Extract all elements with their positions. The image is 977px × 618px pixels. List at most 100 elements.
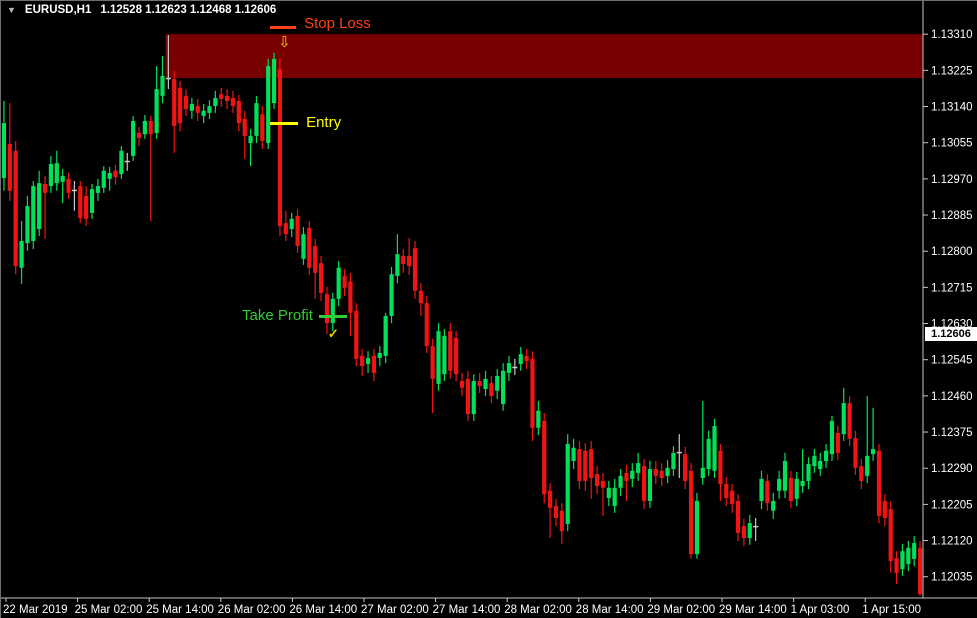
take-profit-marker-line	[319, 315, 347, 318]
candle-body	[607, 488, 611, 498]
time-axis-label: 29 Mar 02:00	[647, 604, 715, 616]
candle-body	[272, 59, 276, 103]
time-axis-label: 25 Mar 02:00	[75, 604, 143, 616]
doji-dash	[677, 452, 682, 453]
candlestick-chart[interactable]: 1.133101.132251.131401.130551.129701.128…	[1, 1, 977, 618]
chart-header: ▼ EURUSD,H1 1.12528 1.12623 1.12468 1.12…	[7, 4, 276, 16]
candle-body	[789, 478, 793, 501]
chevron-down-icon[interactable]: ▼	[7, 5, 16, 15]
candle-body	[395, 254, 399, 276]
candle-body	[307, 228, 311, 268]
candle-body	[207, 106, 211, 113]
candle-body	[295, 216, 299, 246]
candle-body	[84, 196, 88, 219]
symbol-period-label: EURUSD,H1	[25, 4, 91, 16]
take-profit-label: Take Profit	[242, 307, 313, 324]
candle-body	[836, 433, 840, 453]
candle-body	[190, 104, 194, 111]
candle-body	[671, 453, 675, 469]
ohlc-quote-label: 1.12528 1.12623 1.12468 1.12606	[100, 4, 276, 16]
candle-body	[630, 471, 634, 479]
candle-body	[906, 548, 910, 564]
candle-body	[237, 101, 241, 123]
candle-body	[489, 383, 493, 396]
candle-body	[248, 136, 252, 143]
price-axis-label: 1.12970	[931, 174, 973, 186]
stop-loss-marker-line	[270, 26, 296, 29]
candle-body	[401, 256, 405, 264]
candle-body	[319, 263, 323, 293]
price-axis-label: 1.12800	[931, 246, 973, 258]
entry-label: Entry	[306, 114, 341, 131]
candle-body	[213, 98, 217, 106]
price-axis-label: 1.12460	[931, 391, 973, 403]
candle-body	[742, 526, 746, 538]
candle-body	[589, 449, 593, 478]
candle-body	[137, 133, 141, 138]
entry-marker-line	[270, 122, 298, 125]
candle-body	[583, 451, 587, 481]
candle-body	[19, 241, 23, 268]
candle-body	[701, 468, 705, 478]
candle-body	[348, 281, 352, 312]
candle-body	[624, 473, 628, 481]
price-axis-label: 1.13055	[931, 138, 973, 150]
time-axis-label: 1 Apr 03:00	[791, 604, 850, 616]
candle-body	[883, 501, 887, 518]
candle-body	[178, 88, 182, 123]
sell-arrow-icon: ⇩	[278, 35, 291, 50]
candle-body	[495, 376, 499, 391]
candle-body	[483, 379, 487, 389]
candle-body	[683, 454, 687, 481]
candle-body	[360, 356, 364, 366]
doji-dash	[72, 190, 77, 191]
time-axis-label: 22 Mar 2019	[3, 604, 68, 616]
candle-body	[660, 471, 664, 478]
price-axis-label: 1.12205	[931, 499, 973, 511]
candle-body	[260, 114, 264, 141]
time-axis-label: 1 Apr 15:00	[862, 604, 921, 616]
candle-body	[149, 121, 153, 134]
candle-body	[425, 303, 429, 346]
candle-body	[771, 501, 775, 511]
doji-dash	[753, 526, 758, 527]
candle-body	[119, 151, 123, 174]
time-axis-label: 25 Mar 14:00	[146, 604, 214, 616]
candle-body	[542, 421, 546, 494]
candle-body	[918, 548, 922, 594]
candle-body	[442, 336, 446, 374]
time-axis-label: 27 Mar 02:00	[361, 604, 429, 616]
candle-body	[113, 171, 117, 177]
price-axis-label: 1.12375	[931, 427, 973, 439]
candle-body	[266, 66, 270, 143]
candle-body	[783, 461, 787, 491]
candle-body	[243, 119, 247, 136]
candle-body	[618, 476, 622, 488]
candle-body	[49, 164, 53, 186]
time-axis-label: 28 Mar 14:00	[576, 604, 644, 616]
candle-body	[777, 479, 781, 491]
candle-body	[894, 558, 898, 573]
candle-body	[131, 121, 135, 156]
candle-body	[325, 294, 329, 323]
candle-body	[877, 451, 881, 516]
candle-body	[55, 163, 59, 183]
candle-body	[712, 426, 716, 471]
mt4-chart-window: 1.133101.132251.131401.130551.129701.128…	[0, 0, 977, 618]
candle-body	[342, 276, 346, 288]
candle-body	[284, 223, 288, 234]
candle-body	[548, 491, 552, 508]
candle-body	[460, 381, 464, 388]
current-price-badge: 1.12606	[925, 327, 977, 341]
candle-body	[654, 469, 658, 476]
candle-body	[478, 381, 482, 386]
candle-body	[466, 379, 470, 414]
candle-body	[431, 346, 435, 379]
candle-body	[795, 479, 799, 499]
candle-body	[900, 551, 904, 569]
price-axis-label: 1.12885	[931, 210, 973, 222]
candle-body	[14, 151, 18, 266]
candle-body	[736, 501, 740, 533]
doji-dash	[512, 367, 517, 368]
candle-body	[724, 484, 728, 498]
